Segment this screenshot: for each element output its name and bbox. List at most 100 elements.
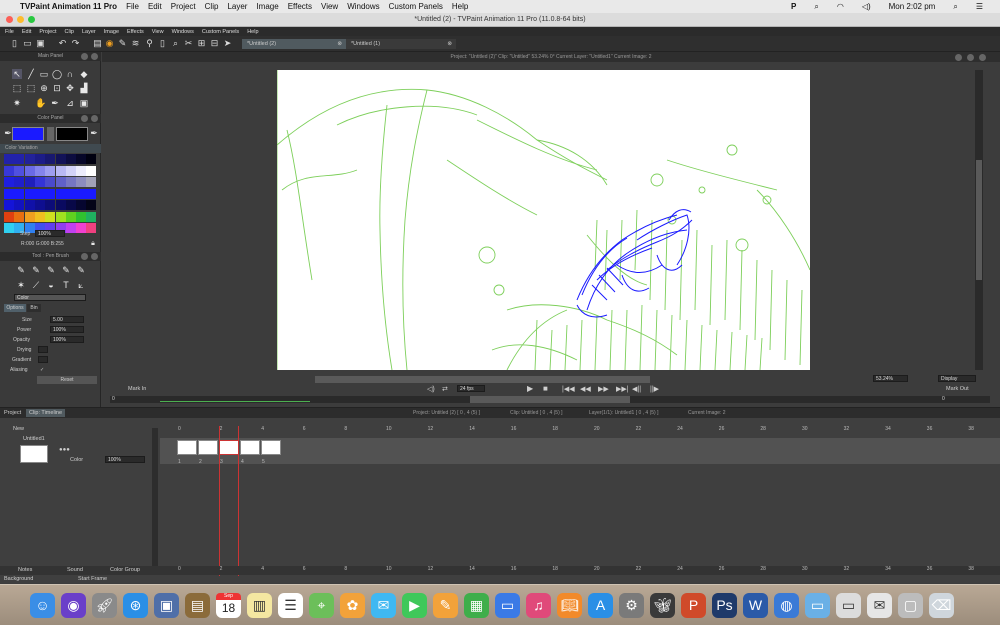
knife-brush-icon[interactable]: ⟋ [31, 280, 41, 290]
power-field[interactable]: 100% [50, 326, 84, 333]
menubar-custom-panels[interactable]: Custom Panels [389, 2, 443, 11]
sound-icon[interactable]: ◁) [427, 385, 435, 393]
mesh-tool-icon[interactable]: ✷ [12, 98, 22, 108]
color-wheel-icon[interactable]: ◉ [104, 38, 115, 49]
frame-cell[interactable] [240, 440, 260, 455]
palette-swatch[interactable] [4, 165, 14, 176]
gradient-checkbox[interactable] [38, 356, 48, 363]
aliasing-check-icon[interactable]: ✓ [40, 367, 44, 373]
grid-icon[interactable]: ⊞ [196, 38, 207, 49]
palette-swatch[interactable] [55, 177, 66, 187]
palette-swatch[interactable] [34, 165, 45, 176]
layers-icon[interactable]: ≋ [130, 38, 141, 49]
menubar-view[interactable]: View [321, 2, 338, 11]
layer-opacity-field[interactable]: 100% [105, 456, 145, 463]
palette-swatch[interactable] [24, 177, 35, 187]
redo-icon[interactable]: ↷ [70, 38, 81, 49]
picker-tool-icon[interactable]: ✒ [50, 98, 60, 108]
frame-cell[interactable] [219, 440, 239, 455]
vertical-scroll-thumb[interactable] [976, 160, 982, 280]
view-settings-icon[interactable] [967, 54, 974, 61]
close-tab-icon[interactable]: ⊗ [447, 39, 452, 49]
notification-center-icon[interactable]: ☰ [976, 2, 983, 11]
appmenu-effects[interactable]: Effects [127, 29, 144, 35]
menubar-windows[interactable]: Windows [347, 2, 379, 11]
crayon-brush-icon[interactable]: ✎ [61, 265, 71, 275]
mark-out-label[interactable]: Mark Out [946, 386, 969, 392]
playback-slider[interactable]: 0 0 [110, 396, 990, 403]
sound-tab[interactable]: Sound [67, 567, 83, 573]
mark-in-label[interactable]: Mark In [128, 386, 146, 392]
spotlight-icon[interactable]: ⌕ [953, 2, 957, 12]
zoom-icon[interactable]: ⌕ [170, 38, 181, 49]
primary-color-swatch[interactable] [12, 127, 44, 141]
stamp-tool-icon[interactable]: ▟ [79, 83, 89, 93]
pages-icon[interactable]: ✎ [433, 593, 458, 618]
zoom-window-button[interactable] [28, 16, 35, 23]
palette-swatch[interactable] [76, 188, 87, 199]
menubar-app-name[interactable]: TVPaint Animation 11 Pro [20, 2, 117, 11]
layer-track[interactable]: 1 2 3 4 5 [160, 438, 1000, 465]
palette-swatch[interactable] [76, 177, 87, 187]
palette-swatch[interactable] [34, 177, 45, 187]
palette-swatch[interactable] [55, 154, 66, 164]
panel-menu-icon[interactable] [81, 115, 88, 122]
palette-swatch[interactable] [45, 154, 56, 164]
appmenu-project[interactable]: Project [39, 29, 56, 35]
panel-menu-icon[interactable] [81, 53, 88, 60]
step-back-button[interactable]: ◀|| [632, 385, 641, 393]
appmenu-layer[interactable]: Layer [82, 29, 96, 35]
warp-brush-icon[interactable]: ⟀ [76, 280, 86, 290]
photos-icon[interactable]: ✿ [340, 593, 365, 618]
menubar-image[interactable]: Image [256, 2, 278, 11]
notes-icon[interactable]: ▥ [247, 593, 272, 618]
view-menu-icon[interactable] [955, 54, 962, 61]
facetime-icon[interactable]: ▶ [402, 593, 427, 618]
mode-select[interactable]: Color [14, 294, 86, 301]
display-select[interactable]: Display [938, 375, 976, 382]
next-frame-button[interactable]: ▶▶ [598, 385, 609, 393]
trash-icon[interactable]: ⌫ [929, 593, 954, 618]
appmenu-edit[interactable]: Edit [22, 29, 31, 35]
appmenu-help[interactable]: Help [247, 29, 258, 35]
screenshot-icon[interactable]: ▢ [898, 593, 923, 618]
panel-close-icon[interactable] [91, 53, 98, 60]
palette-swatch[interactable] [76, 165, 87, 176]
palette-swatch[interactable] [24, 188, 35, 199]
palette-swatch[interactable] [4, 177, 14, 187]
globe-icon[interactable]: ◍ [774, 593, 799, 618]
calendar-icon[interactable]: Sep 18 [216, 593, 241, 618]
reset-button[interactable]: Reset [37, 376, 97, 384]
panel-icon[interactable]: ▯ [157, 38, 168, 49]
palette-swatch[interactable] [65, 211, 76, 222]
pin-icon[interactable]: ⚲ [144, 38, 155, 49]
ruler-tool-icon[interactable]: ⊿ [65, 98, 75, 108]
palette-swatch[interactable] [14, 188, 25, 199]
palette-swatch[interactable] [34, 188, 45, 199]
launchpad-icon[interactable]: 🚀︎ [92, 593, 117, 618]
close-tab-icon[interactable]: ⊗ [337, 39, 342, 49]
maps-icon[interactable]: ⌖ [309, 593, 334, 618]
palette-swatch[interactable] [14, 165, 25, 176]
play-button[interactable]: ▶ [527, 384, 533, 393]
messages-icon[interactable]: ✉ [371, 593, 396, 618]
ellipse-tool-icon[interactable]: ◯ [52, 69, 62, 79]
hand-tool-icon[interactable]: ✋ [35, 98, 46, 108]
binoculars-icon[interactable]: ⌕ [814, 2, 818, 12]
prev-frame-button[interactable]: ◀◀ [580, 385, 591, 393]
palette-swatch[interactable] [24, 200, 35, 210]
palette-swatch[interactable] [76, 200, 87, 210]
layer-eye-icon[interactable]: ●●● [59, 447, 70, 453]
palette-swatch[interactable] [4, 154, 14, 164]
photoshop-icon[interactable]: Ps [712, 593, 737, 618]
keyboard-icon[interactable]: ▤ [92, 38, 103, 49]
palette-swatch[interactable] [65, 177, 76, 187]
appmenu-image[interactable]: Image [104, 29, 119, 35]
appmenu-file[interactable]: File [5, 29, 14, 35]
palette-swatch[interactable] [14, 200, 25, 210]
preview-icon[interactable]: ▣ [154, 593, 179, 618]
palette-swatch[interactable] [24, 211, 35, 222]
secondary-color-swatch[interactable] [56, 127, 88, 141]
palette-swatch[interactable] [76, 223, 87, 233]
palette-swatch[interactable] [65, 223, 76, 233]
